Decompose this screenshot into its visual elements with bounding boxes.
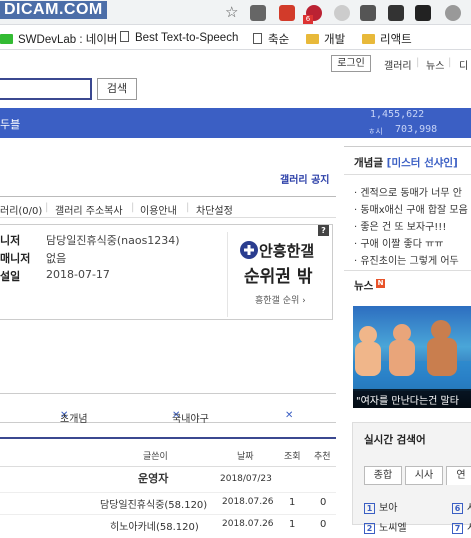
extension-gray-icon[interactable] [250, 5, 266, 21]
bookmark-item-chuksun[interactable]: 축순 [253, 31, 289, 47]
naver-icon [0, 34, 13, 44]
concept-item[interactable]: · 좋은 건 또 보자구!!! [354, 218, 446, 233]
realtime-item[interactable]: 7시 [452, 519, 471, 534]
realtime-title: 실시간 검색어 [364, 434, 426, 446]
header-date: 날짜 [237, 452, 254, 462]
realtime-tab-current[interactable]: 시사 [405, 466, 443, 485]
banner-label: 두블 [0, 118, 21, 131]
table-row[interactable]: 담당일진휴식중(58.120) 2018.07.26 1 0 [0, 492, 336, 516]
bookmark-item-tts[interactable]: Best Text-to-Speech [120, 31, 238, 44]
realtime-tab-entertainment[interactable]: 연 [446, 466, 471, 485]
extension-shield-icon[interactable] [388, 5, 404, 21]
realtime-item[interactable]: 1 보아 [364, 499, 397, 514]
banner-stat-top: 1,455,622 [370, 109, 425, 120]
concept-highlight[interactable]: [미스터 선샤인] [387, 157, 458, 169]
ranking-title: 안흥한갤 [259, 242, 315, 260]
news-caption[interactable]: "여자를 만난다는건 말타 [353, 389, 471, 408]
profile-menu-icon[interactable] [445, 5, 461, 21]
extension-clock-icon[interactable] [334, 5, 350, 21]
login-button[interactable]: 로그인 [331, 55, 371, 72]
search-button[interactable]: 검색 [97, 78, 137, 100]
realtime-tab-all[interactable]: 종합 [364, 466, 402, 485]
manager-value[interactable]: 담당일진휴식중(naos1234) [46, 232, 180, 248]
manager-label: 니저 [0, 234, 21, 247]
header-recommend: 추천 [314, 452, 331, 462]
tab-usage-guide[interactable]: 이용안내 [140, 202, 177, 217]
ranking-logo-icon [240, 241, 258, 259]
sub-manager-label: 매니저 [0, 252, 31, 265]
bookmark-star-icon[interactable]: ☆ [225, 3, 238, 21]
ranking-link[interactable]: 흥한갤 순위 › [255, 293, 306, 306]
tab-gallery-count[interactable]: 러리(0/0) [0, 202, 42, 217]
concept-item[interactable]: · 구애 이짤 좋다 ㅠㅠ [354, 235, 444, 250]
news-title: 뉴스 [354, 280, 374, 292]
table-row[interactable]: 운영자 2018/07/23 [0, 470, 336, 494]
new-badge: N [376, 279, 385, 288]
concept-item[interactable]: · 겐적으로 동매가 너무 안 [354, 184, 462, 199]
related-gallery-row: ✕ 초개념 ✕ 국내야구 ✕ [0, 393, 336, 425]
sub-manager-value: 없음 [46, 252, 67, 265]
table-row[interactable]: 히노아카네(58.120) 2018.07.26 1 0 [0, 514, 336, 538]
bookmarks-bar: SWDevLab : 네이버 Best Text-to-Speech 축순 개발… [0, 25, 471, 50]
gallery-tabs: 러리(0/0) | 갤러리 주소복사 | 이용안내 | 차단설정 [0, 196, 336, 218]
concept-item[interactable]: · 동매x애신 구애 합잘 모음 [354, 201, 468, 216]
bookmark-folder-dev[interactable]: 개발 [306, 31, 345, 47]
concept-item[interactable]: · 유진초이는 그렇게 어두 [354, 252, 459, 267]
concept-title: 개념글 [미스터 선샤인] [354, 157, 458, 169]
gallery-banner: 두블 1,455,622 ㅎ시 703,998 [0, 108, 471, 138]
header-writer: 글쓴이 [143, 452, 168, 462]
more-link[interactable]: 디 [459, 57, 468, 72]
folder-icon [306, 34, 319, 44]
extension-glasses-icon[interactable] [415, 5, 431, 21]
divider [344, 146, 471, 147]
banner-stat-bottom: 703,998 [395, 124, 438, 135]
banner-stat-bottom-prefix: ㅎ시 [368, 127, 383, 136]
tab-copy-address[interactable]: 갤러리 주소복사 [55, 202, 123, 217]
realtime-item[interactable]: 6사 [452, 499, 471, 514]
extension-badge-count: 6 [303, 15, 313, 24]
gallery-notice-link[interactable]: 갤러리 공지 [280, 171, 329, 186]
created-date-value: 2018-07-17 [46, 268, 110, 281]
header-views: 조회 [284, 452, 301, 462]
created-date-label: 설일 [0, 270, 21, 283]
news-link[interactable]: 뉴스 [426, 57, 444, 72]
page-icon [120, 31, 129, 42]
tab-block-settings[interactable]: 차단설정 [196, 202, 233, 217]
browser-toolbar: DICAM.COM ☆ 6 [0, 0, 471, 25]
divider [344, 270, 471, 271]
realtime-item[interactable]: 2 노씨엘 [364, 519, 407, 534]
page-icon [253, 33, 262, 44]
extension-red-icon[interactable] [279, 5, 295, 21]
bookmark-item-naver[interactable]: SWDevLab : 네이버 [0, 31, 118, 47]
ranking-status: 순위권 밖 [244, 267, 313, 287]
address-bar-text[interactable]: DICAM.COM [0, 1, 107, 19]
board-table-header: 글쓴이 날짜 조회 추천 [0, 437, 336, 467]
search-input[interactable] [0, 78, 92, 100]
folder-icon [362, 34, 375, 44]
divider [344, 174, 471, 175]
bookmark-folder-react[interactable]: 리액트 [362, 31, 412, 47]
gallery-link[interactable]: 갤러리 [384, 57, 412, 72]
camera-icon[interactable] [360, 5, 376, 21]
